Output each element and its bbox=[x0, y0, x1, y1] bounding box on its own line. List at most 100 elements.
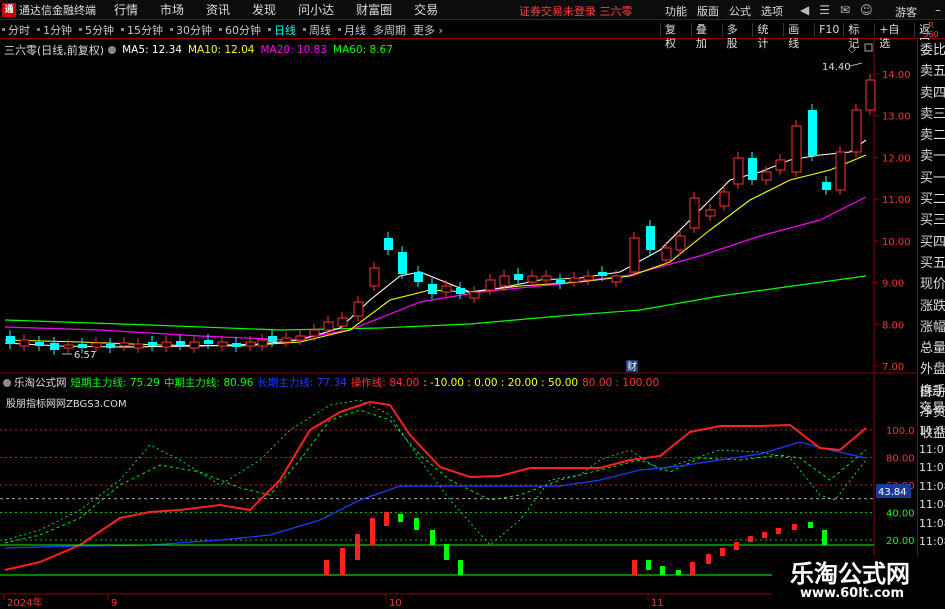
sidebar-item[interactable]: 买一 bbox=[918, 168, 945, 189]
sidebar-item[interactable]: 涨跌 bbox=[918, 296, 945, 317]
candle-body bbox=[119, 342, 130, 347]
menu-item-formula[interactable]: 公式 bbox=[729, 3, 751, 19]
sidebar-item[interactable]: 委比 bbox=[918, 40, 945, 61]
settings-diamond-icon[interactable]: ◇ bbox=[848, 44, 856, 55]
menu-item-market[interactable]: 市场 bbox=[160, 1, 184, 18]
sidebar-item[interactable]: 现价 bbox=[918, 274, 945, 295]
price-axis: 14.00 13.00 12.00 11.00 10.00 9.00 8.00 7.00 bbox=[874, 70, 911, 373]
indicator-tick-label: 20.00 bbox=[886, 536, 915, 547]
f10-button[interactable]: F10 bbox=[814, 23, 843, 37]
sidebar-item[interactable]: 卖四 bbox=[918, 83, 945, 104]
candle-body bbox=[281, 337, 292, 343]
indicator-tick-label: 100.0 bbox=[886, 426, 915, 437]
period-monthly[interactable]: 月线 bbox=[338, 22, 366, 38]
candle-body bbox=[527, 275, 538, 283]
candle-body bbox=[541, 275, 552, 281]
menu-item-function[interactable]: 功能 bbox=[665, 3, 687, 19]
mark-button[interactable]: 标记 bbox=[843, 23, 874, 50]
sidebar-item[interactable]: 涨幅 bbox=[918, 317, 945, 338]
candle-body bbox=[50, 343, 59, 350]
menu-item-options[interactable]: 选项 bbox=[761, 3, 783, 19]
sidebar-item[interactable]: 总量 bbox=[918, 338, 945, 359]
period-30min[interactable]: 30分钟 bbox=[170, 22, 212, 38]
candle-body bbox=[598, 272, 607, 276]
indicator-subtitle: 股朋指标网网ZBGS3.COM bbox=[6, 399, 127, 410]
candle-body bbox=[106, 344, 115, 348]
tick-time: 11:07 bbox=[919, 461, 945, 474]
period-60min[interactable]: 60分钟 bbox=[219, 22, 261, 38]
menu-item-news[interactable]: 资讯 bbox=[206, 1, 230, 18]
menu-item-discover[interactable]: 发现 bbox=[252, 1, 276, 18]
stats-button[interactable]: 统计 bbox=[752, 23, 783, 50]
menu-item-trade[interactable]: 交易 bbox=[414, 1, 438, 18]
period-daily[interactable]: 日线 bbox=[268, 22, 296, 38]
period-15min[interactable]: 15分钟 bbox=[121, 22, 163, 38]
indicator-mid: 中期主力线: 80.96 bbox=[163, 377, 254, 389]
indicator-name[interactable]: 乐淘公式网 bbox=[14, 375, 67, 390]
sidebar-item[interactable]: 外盘 bbox=[918, 359, 945, 380]
sidebar-header-label: R 360 bbox=[923, 21, 939, 39]
price-tick-label: 7.00 bbox=[882, 362, 904, 373]
price-chart[interactable]: 14.00 13.00 12.00 11.00 10.00 9.00 8.00 7.00 10… bbox=[0, 40, 917, 609]
app-logo[interactable]: 通 通达信金融终端 bbox=[0, 2, 100, 18]
indicator-bar bbox=[822, 530, 827, 545]
sidebar-item[interactable]: 买四 bbox=[918, 232, 945, 253]
user-icon[interactable]: ☺ bbox=[860, 3, 873, 17]
back-icon[interactable]: ◀ bbox=[800, 3, 809, 17]
candle-body bbox=[761, 171, 772, 181]
expand-icon[interactable] bbox=[864, 43, 873, 52]
login-notice[interactable]: 证券交易未登录 三六零 bbox=[519, 3, 633, 19]
indicator-bar bbox=[720, 548, 725, 556]
settings-dot-icon[interactable] bbox=[108, 46, 117, 54]
period-5min[interactable]: 5分钟 bbox=[79, 22, 114, 38]
menu-item-layout[interactable]: 版面 bbox=[697, 3, 719, 19]
candle-body bbox=[148, 342, 157, 346]
price-tick-label: 13.00 bbox=[882, 112, 911, 123]
stock-title[interactable]: 三六零(日线,前复权) bbox=[4, 42, 104, 58]
menu-icon[interactable]: ☰ bbox=[819, 3, 830, 17]
period-weekly[interactable]: 周线 bbox=[303, 22, 331, 38]
overlay-button[interactable]: 叠加 bbox=[690, 23, 722, 50]
period-label: 5分钟 bbox=[85, 23, 114, 37]
minimize-icon[interactable]: – bbox=[935, 3, 941, 17]
sidebar-item[interactable]: 买二 bbox=[918, 189, 945, 210]
finance-marker-label: 财 bbox=[627, 360, 637, 373]
sidebar-item[interactable]: 卖三 bbox=[918, 104, 945, 125]
trade-label[interactable]: 交易 bbox=[917, 401, 945, 417]
sidebar-item[interactable]: 买五 bbox=[918, 253, 945, 274]
multi-stock-button[interactable]: 多股 bbox=[721, 23, 753, 50]
menu-item-wealth[interactable]: 财富圈 bbox=[356, 1, 392, 18]
candle-body bbox=[414, 272, 423, 282]
period-multi[interactable]: 多周期 bbox=[373, 22, 406, 38]
sidebar-item[interactable]: 卖二 bbox=[918, 125, 945, 146]
candle-body bbox=[835, 151, 846, 191]
indicator-bar bbox=[776, 528, 781, 534]
period-label: 周线 bbox=[309, 23, 331, 37]
mail-icon[interactable]: ✉ bbox=[840, 3, 850, 17]
sidebar-item[interactable]: 卖一 bbox=[918, 146, 945, 167]
tick-time: 11:08 bbox=[919, 498, 945, 511]
auto-label[interactable]: 自动 bbox=[917, 385, 945, 401]
candle-body bbox=[705, 209, 716, 217]
menu-item-quotes[interactable]: 行情 bbox=[114, 1, 138, 18]
indicator-settings-icon[interactable] bbox=[3, 378, 11, 387]
period-intraday[interactable]: 分时 bbox=[2, 22, 30, 38]
period-label: 1分钟 bbox=[43, 23, 72, 37]
candle-body bbox=[19, 339, 30, 347]
period-more[interactable]: 更多 › bbox=[413, 22, 443, 38]
adjust-button[interactable]: 复权 bbox=[660, 23, 691, 50]
sidebar-item[interactable]: 卖五 bbox=[918, 61, 945, 82]
draw-button[interactable]: 画线 bbox=[783, 23, 814, 50]
tick-time: 11:08 bbox=[919, 479, 945, 493]
period-1min[interactable]: 1分钟 bbox=[37, 22, 72, 38]
tick-time: 11:07 bbox=[919, 442, 945, 456]
candle-body bbox=[161, 341, 172, 348]
menu-item-ask[interactable]: 问小达 bbox=[298, 1, 334, 18]
candle-body bbox=[176, 341, 185, 345]
sidebar-item[interactable]: 买三 bbox=[918, 210, 945, 231]
add-watchlist-button[interactable]: +自选 bbox=[874, 23, 914, 50]
candle-body bbox=[217, 341, 228, 347]
indicator-long-line bbox=[4, 441, 867, 549]
candle-body bbox=[775, 159, 786, 171]
guest-label[interactable]: 游客 bbox=[895, 4, 917, 20]
